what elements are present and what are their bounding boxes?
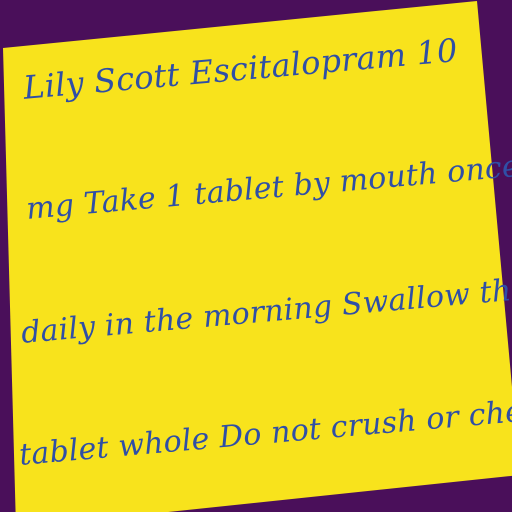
photo-stage: Lily Scott Escitalopram 10 mg Take 1 tab… [0,0,512,512]
